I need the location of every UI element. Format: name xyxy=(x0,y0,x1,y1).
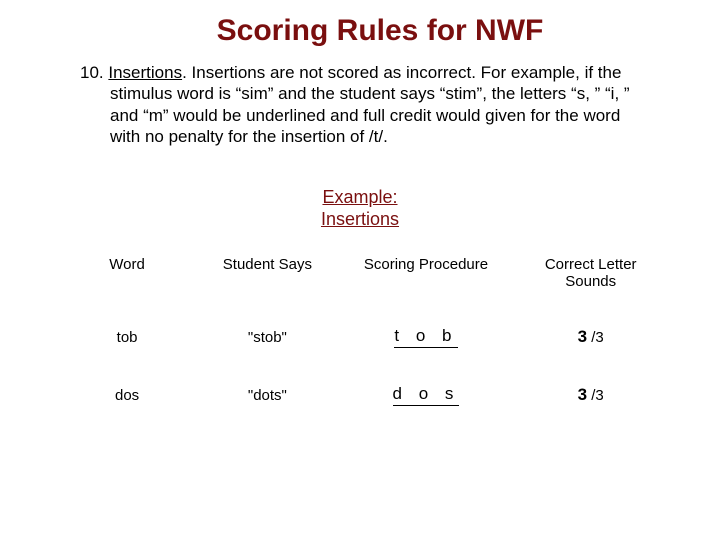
score-total: /3 xyxy=(587,387,604,404)
cell-word: tob xyxy=(60,308,194,366)
rule-term: Insertions xyxy=(108,63,182,82)
col-word: Word xyxy=(60,252,194,308)
table-header-row: Word Student Says Scoring Procedure Corr… xyxy=(60,252,670,308)
rule-body: . Insertions are not scored as incorrect… xyxy=(110,63,630,146)
col-procedure: Scoring Procedure xyxy=(341,252,512,308)
example-table: Word Student Says Scoring Procedure Corr… xyxy=(0,252,720,424)
scored-letters: t o b xyxy=(394,326,457,348)
cell-says: "stob" xyxy=(194,308,340,366)
cell-word: dos xyxy=(60,366,194,424)
cell-procedure: t o b xyxy=(341,308,512,366)
cell-says: "dots" xyxy=(194,366,340,424)
score-earned: 3 xyxy=(578,385,587,404)
example-line2: Insertions xyxy=(321,209,399,229)
col-says: Student Says xyxy=(194,252,340,308)
page-title: Scoring Rules for NWF xyxy=(40,0,720,56)
slide: Scoring Rules for NWF 10. Insertions. In… xyxy=(0,0,720,540)
cell-score: 3 /3 xyxy=(511,366,670,424)
example-line1: Example: xyxy=(322,187,397,207)
col-correct: Correct Letter Sounds xyxy=(511,252,670,308)
score-earned: 3 xyxy=(578,327,587,346)
score-total: /3 xyxy=(587,329,604,346)
cell-score: 3 /3 xyxy=(511,308,670,366)
cell-procedure: d o s xyxy=(341,366,512,424)
table-row: dos "dots" d o s 3 /3 xyxy=(60,366,670,424)
rule-text: 10. Insertions. Insertions are not score… xyxy=(0,62,720,147)
rule-number: 10. xyxy=(80,63,104,82)
table-row: tob "stob" t o b 3 /3 xyxy=(60,308,670,366)
example-heading: Example: Insertions xyxy=(0,187,720,230)
scored-letters: d o s xyxy=(393,384,460,406)
